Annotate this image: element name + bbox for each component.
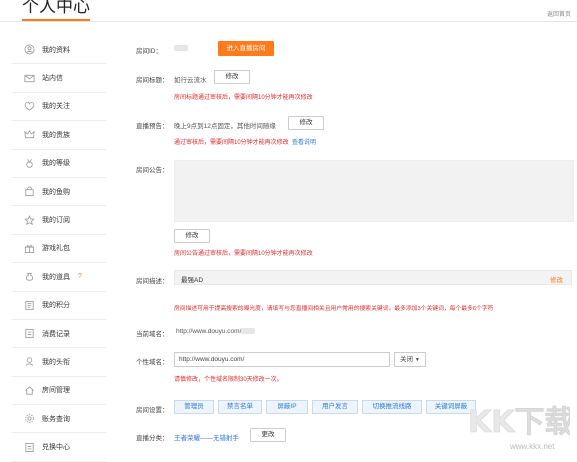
- room-title-note: 房间标题通过审核后，需要间隔10分钟才能再次修改: [174, 95, 313, 101]
- kk-download-watermark: KK下载 www.kkx.net: [468, 405, 570, 451]
- sidebar-item-label: 我的头衔: [42, 358, 70, 366]
- live-notice-label: 直播预告：: [136, 123, 169, 130]
- user-circle-icon: [24, 44, 35, 55]
- pouch-icon: [24, 271, 35, 282]
- sidebar-item[interactable]: 我的订阅: [12, 206, 106, 235]
- sidebar-item[interactable]: 游戏礼包: [12, 235, 106, 264]
- bulletin-label: 房间公告：: [136, 167, 169, 174]
- back-home-link[interactable]: 返回首页: [547, 9, 571, 18]
- sidebar-item[interactable]: 账务查询: [12, 405, 106, 434]
- description-note: 房间描述可用于提高搜索的曝光度，请填写与您直播间相关且用户常用的搜索关键词，最多…: [174, 306, 494, 312]
- svg-text:KK下载: KK下载: [468, 405, 570, 440]
- sidebar-item-label: 我的关注: [42, 103, 70, 111]
- live-notice-note: 通过审核后，需要间隔10分钟才能再次修改 查看说明: [174, 140, 317, 146]
- page-title: 个人中心: [22, 0, 90, 21]
- live-notice-value: 晚上9点到12点固定，其他时间随缘: [174, 123, 276, 130]
- category-value[interactable]: 王者荣耀——无错射手: [174, 432, 239, 442]
- sidebar-item-label: 我的积分: [42, 302, 70, 310]
- sidebar-item-label: 游戏礼包: [42, 245, 70, 253]
- room-title-label: 房间标题：: [136, 77, 169, 84]
- category-label: 直播分类：: [136, 435, 169, 442]
- custom-domain-select[interactable]: 关闭 ▼: [394, 352, 426, 367]
- star-icon: [24, 214, 35, 226]
- domain-label: 当前域名：: [136, 331, 169, 338]
- medal-icon: [24, 158, 35, 169]
- title-icon: [24, 356, 35, 367]
- bulletin-textarea[interactable]: [174, 160, 574, 222]
- bulletin-note: 房间公告通过审核后，需要间隔10分钟才能再次修改: [174, 251, 313, 257]
- room-setting-tag[interactable]: 管理员: [174, 400, 214, 414]
- edit-title-button[interactable]: 修改: [214, 70, 250, 84]
- sidebar-item[interactable]: 我的积分: [12, 292, 106, 320]
- edit-bulletin-button[interactable]: 修改: [174, 229, 210, 243]
- gear-icon: [24, 413, 35, 424]
- sidebar-item-label: 我的道具: [42, 273, 70, 281]
- room-setting-tag[interactable]: 切换推流线路: [362, 400, 422, 414]
- page-header: 个人中心 返回首页: [0, 0, 577, 22]
- custom-domain-input[interactable]: http://www.douyu.com/: [174, 352, 390, 367]
- room-setting-tag[interactable]: 用户发言: [312, 400, 358, 414]
- room-title-value: 如行云流水: [174, 77, 207, 84]
- sidebar-item-label: 消费记录: [42, 330, 70, 338]
- custom-domain-label: 个性域名：: [136, 359, 169, 366]
- sidebar-item[interactable]: 站内信: [12, 64, 106, 93]
- change-category-button[interactable]: 更改: [250, 428, 286, 442]
- bag-icon: [24, 186, 35, 197]
- edit-description-link[interactable]: 修改: [550, 274, 563, 284]
- sidebar-item-label: 我的鱼购: [42, 188, 70, 196]
- sidebar-item[interactable]: 我的贵族: [12, 121, 106, 150]
- sidebar-item-label: 房间管理: [42, 387, 70, 395]
- description-field[interactable]: 最强AD 修改: [174, 270, 572, 285]
- sidebar-item-badge: ?: [78, 273, 82, 281]
- chevron-down-icon: ▼: [414, 357, 420, 363]
- points-icon: [24, 300, 35, 311]
- record-icon: [24, 328, 35, 339]
- sidebar-item-label: 我的等级: [42, 160, 70, 168]
- room-settings-label: 房间设置：: [136, 407, 169, 414]
- sidebar-item[interactable]: 我的鱼购: [12, 178, 106, 207]
- sidebar-item-label: 兑换中心: [42, 444, 70, 452]
- gift-icon: [24, 243, 35, 254]
- custom-domain-note: 请慎修改，个性域名限制30天修改一次。: [174, 377, 283, 383]
- room-setting-tag[interactable]: 禁言名单: [218, 400, 262, 414]
- view-instructions-link[interactable]: 查看说明: [292, 140, 316, 146]
- sidebar-item[interactable]: 兑换中心: [12, 433, 106, 462]
- home-icon: [24, 385, 35, 396]
- room-id-value: [174, 45, 188, 52]
- sidebar-item-label: 账务查询: [42, 415, 70, 423]
- room-setting-tag[interactable]: 屏蔽IP: [266, 400, 308, 414]
- sidebar-item[interactable]: 我的资料: [12, 36, 106, 65]
- exchange-icon: [24, 442, 35, 453]
- edit-notice-button[interactable]: 修改: [288, 116, 324, 130]
- sidebar-item[interactable]: 消费记录: [12, 320, 106, 349]
- enter-live-room-button[interactable]: 进入直播房间: [218, 41, 274, 56]
- description-label: 房间描述：: [136, 278, 169, 285]
- room-id-label: 房间ID：: [136, 48, 162, 55]
- sidebar-item-label: 我的订阅: [42, 217, 70, 225]
- svg-text:www.kkx.net: www.kkx.net: [509, 442, 555, 451]
- sidebar-item[interactable]: 我的头衔: [12, 348, 106, 377]
- sidebar-item[interactable]: 房间管理: [12, 377, 106, 406]
- sidebar: 我的资料站内信我的关注我的贵族我的等级我的鱼购我的订阅游戏礼包我的道具? 我的积分…: [12, 36, 106, 462]
- description-value: 最强AD: [181, 277, 204, 284]
- domain-value: http://www.douyu.com/: [176, 328, 256, 335]
- sidebar-item[interactable]: 我的等级: [12, 150, 106, 178]
- sidebar-item-label: 我的贵族: [42, 131, 70, 139]
- room-management-panel: 房间ID： 进入直播房间 房间标题： 如行云流水 修改 房间标题通过审核后，需要…: [120, 36, 575, 454]
- heart-icon: [24, 101, 35, 112]
- mail-icon: [24, 73, 35, 84]
- sidebar-item[interactable]: 我的关注: [12, 93, 106, 122]
- sidebar-item-label: 我的资料: [42, 46, 70, 54]
- sidebar-item-label: 站内信: [42, 75, 63, 83]
- sidebar-item[interactable]: 我的道具?: [12, 263, 106, 292]
- crown-icon: [24, 129, 35, 140]
